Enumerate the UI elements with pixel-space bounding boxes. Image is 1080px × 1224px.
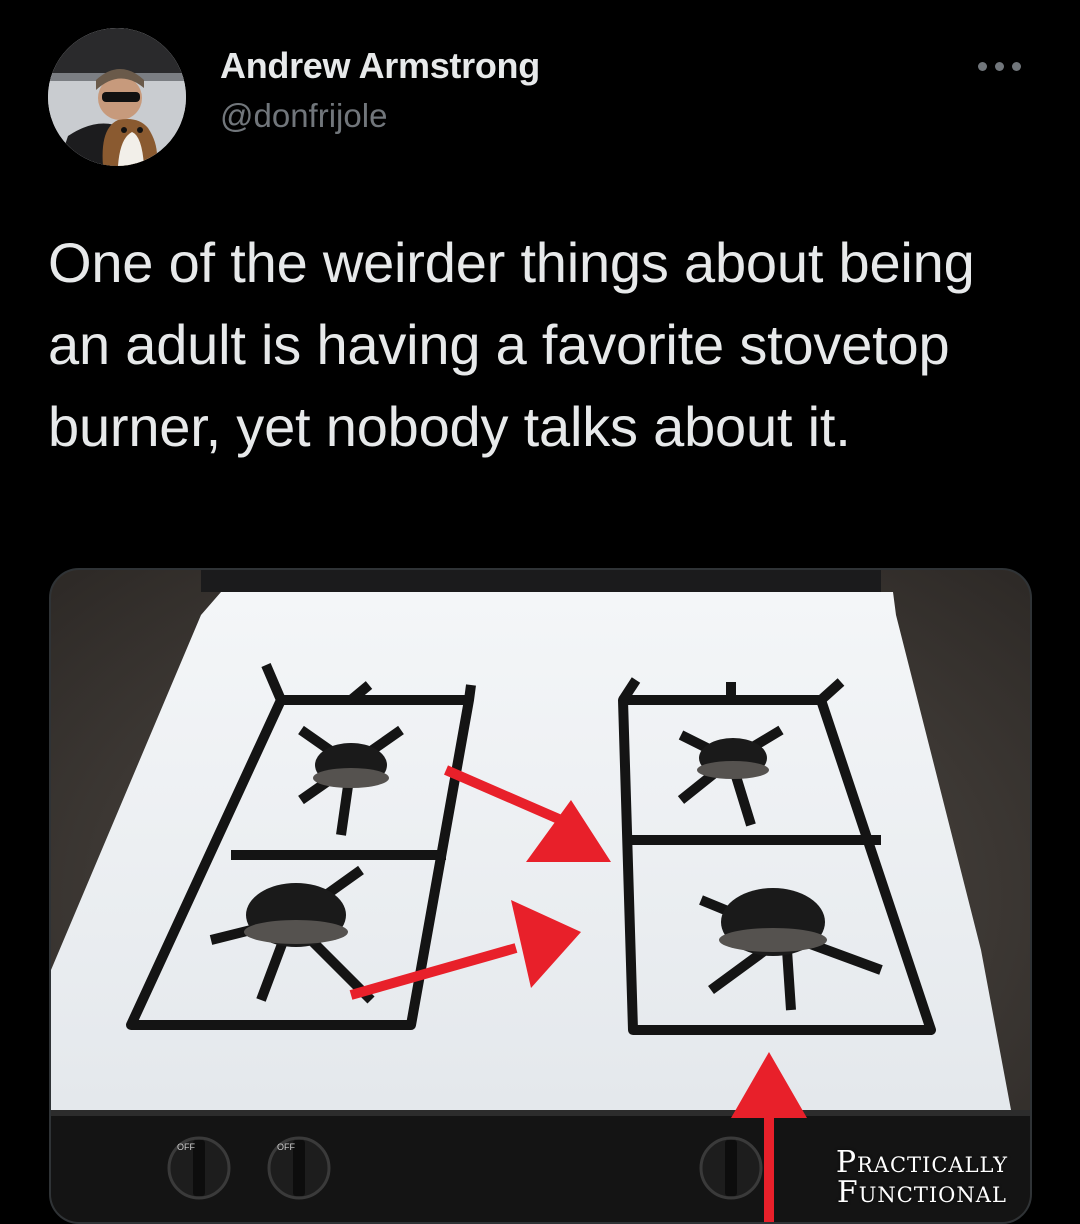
more-horizontal-icon[interactable] [976, 54, 1024, 78]
author-info[interactable]: Andrew Armstrong @donfrijole [220, 44, 540, 138]
avatar[interactable] [48, 28, 186, 166]
watermark: Practically Functional [836, 1148, 1008, 1208]
watermark-line2: Functional [836, 1175, 1007, 1210]
watermark-line1: Practically [835, 1145, 1008, 1180]
author-display-name[interactable]: Andrew Armstrong [220, 44, 540, 88]
tweet-header: Andrew Armstrong @donfrijole [48, 28, 1038, 168]
author-handle[interactable]: @donfrijole [220, 94, 540, 138]
knob-label-off-2: OFF [277, 1142, 295, 1152]
tweet-media-image[interactable]: OFF OFF Practically Functional [49, 568, 1032, 1224]
knob-label-off-1: OFF [177, 1142, 195, 1152]
tweet-text: One of the weirder things about being an… [48, 231, 975, 458]
